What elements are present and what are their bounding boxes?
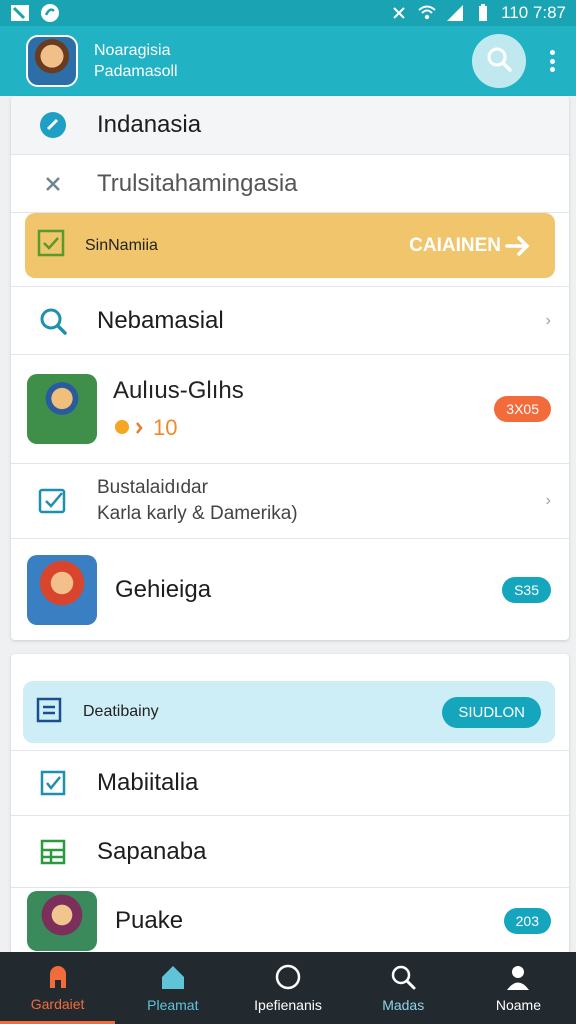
- home-icon: [161, 966, 184, 989]
- item-title: Bustalaidıdar: [97, 477, 208, 498]
- list-item-deatibainy[interactable]: Deatibainy SIUDLON: [23, 681, 555, 743]
- list-item-mabiitalia[interactable]: Mabiitalia: [11, 750, 569, 816]
- status-time: 110 7:87: [501, 3, 566, 22]
- close-icon: [33, 174, 73, 194]
- app-notification-icon: [40, 4, 60, 22]
- price-badge[interactable]: S35: [502, 576, 551, 603]
- item-subtitle: Karla karly & Damerika): [97, 503, 298, 524]
- edit-check-icon: [33, 486, 73, 516]
- nav-label: Madas: [382, 997, 425, 1013]
- nav-item-madas[interactable]: Madas: [346, 952, 461, 1024]
- nav-label: Gardaiet: [30, 995, 85, 1012]
- battery-icon: [473, 4, 493, 22]
- nav-label: Noame: [495, 997, 541, 1013]
- game-rating: 10: [113, 415, 244, 441]
- chevron-right-icon: ›: [545, 311, 551, 329]
- vibrate-icon: [389, 4, 409, 22]
- list-item-label: SinNamiia: [85, 236, 158, 254]
- list-item-game-puake[interactable]: Puake 203: [11, 888, 569, 954]
- list-item-bustalaididar[interactable]: Bustalaidıdar Karla karly & Damerika) ›: [11, 464, 569, 539]
- checkbox-icon: [33, 769, 73, 797]
- avatar[interactable]: [26, 35, 78, 87]
- person-icon: [507, 966, 530, 990]
- game-thumbnail: [27, 374, 97, 444]
- rating-value: 10: [153, 415, 178, 440]
- header-subtitle: Padamasoll: [94, 63, 178, 80]
- game-thumbnail: [27, 554, 97, 625]
- list-item-label: Deatibainy: [83, 703, 159, 720]
- signal-icon: [445, 4, 465, 22]
- more-options-icon[interactable]: [544, 46, 560, 76]
- game-thumbnail: [27, 891, 97, 951]
- list-item-label: Trulsitahamingasia: [97, 169, 298, 197]
- list-item-game-gehieiga[interactable]: Gehieiga S35: [11, 539, 569, 640]
- screenshot-icon: [10, 4, 30, 22]
- header-title: Noaragisia: [94, 42, 171, 59]
- wifi-icon: [417, 4, 437, 22]
- price-badge[interactable]: 3X05: [494, 396, 551, 422]
- rating-icon: [115, 420, 143, 434]
- list-item-nebamasial[interactable]: Nebamasial ›: [11, 287, 569, 355]
- action-label: CAIAINEN: [409, 234, 501, 256]
- app-header: Noaragisia Padamasoll: [0, 26, 576, 96]
- list-item-indanasia[interactable]: Indanasia: [11, 96, 569, 155]
- nav-label: Ipefienanis: [254, 997, 322, 1013]
- list-item-trulsitahamingasia[interactable]: Trulsitahamingasia: [11, 155, 569, 213]
- search-icon: [33, 306, 73, 336]
- check-circle-icon: [33, 110, 73, 140]
- chevron-right-icon: ›: [545, 492, 551, 509]
- nav-label: Pleamat: [147, 997, 199, 1013]
- arrow-right-icon: [505, 235, 530, 256]
- list-item-sinnamiia[interactable]: SinNamiia CAIAINEN: [25, 213, 555, 278]
- search-button[interactable]: [472, 34, 526, 88]
- list-item-label: Sapanaba: [97, 837, 207, 865]
- caiainen-action[interactable]: CAIAINEN: [409, 235, 531, 257]
- list-item-sapanaba[interactable]: Sapanaba: [11, 816, 569, 888]
- list-item-game-aulius[interactable]: Aulıus-Glıhs 10 3X05: [11, 355, 569, 464]
- action-pill[interactable]: SIUDLON: [442, 696, 541, 728]
- nav-item-pleamat[interactable]: Pleamat: [115, 952, 230, 1024]
- secondary-list-card: Deatibainy SIUDLON Mabiitalia Sapanaba P…: [11, 654, 569, 954]
- list-item-label: Nebamasial: [97, 306, 224, 334]
- search-icon: [391, 965, 416, 990]
- list-item-label: Indanasia: [97, 111, 202, 138]
- header-titles: Noaragisia Padamasoll: [94, 40, 178, 82]
- bottom-navigation: Gardaiet Pleamat Ipefienanis Madas Noame: [0, 952, 576, 1024]
- game-title: Puake: [115, 907, 184, 934]
- game-icon: [49, 965, 66, 988]
- price-badge[interactable]: 203: [503, 908, 551, 934]
- search-icon: [486, 46, 512, 77]
- nav-item-ipefienanis[interactable]: Ipefienanis: [230, 952, 345, 1024]
- spreadsheet-icon: [33, 838, 73, 866]
- status-bar: 110 7:87: [0, 0, 576, 26]
- game-title: Aulıus-Glıhs: [113, 377, 244, 404]
- checkbox-icon: [37, 229, 65, 262]
- main-list-card: Indanasia Trulsitahamingasia SinNamiia C…: [11, 96, 569, 640]
- circle-icon: [275, 964, 301, 990]
- document-icon: [35, 696, 63, 729]
- nav-item-gardaiet[interactable]: Gardaiet: [0, 952, 116, 1024]
- game-title: Gehieiga: [115, 575, 212, 603]
- list-item-label: Mabiitalia: [97, 769, 199, 796]
- nav-item-noame[interactable]: Noame: [461, 952, 576, 1024]
